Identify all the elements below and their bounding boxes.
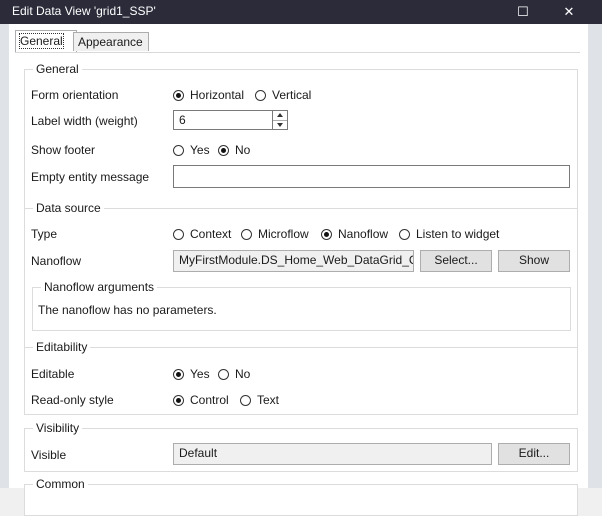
radio-microflow-icon (241, 228, 252, 240)
visible-label: Visible (31, 448, 67, 462)
tab-appearance[interactable]: Appearance (73, 32, 149, 51)
radio-vertical[interactable]: Vertical (255, 88, 311, 102)
common-group-title: Common (33, 477, 88, 491)
radio-context[interactable]: Context (173, 227, 231, 241)
edit-visibility-button[interactable]: Edit... (498, 443, 570, 465)
nanoflow-arguments-group: Nanoflow arguments The nanoflow has no p… (32, 280, 571, 331)
background-window-edge-left (0, 24, 9, 488)
nanoflow-label: Nanoflow (31, 254, 82, 268)
data-source-group-title: Data source (33, 201, 104, 215)
radio-horizontal[interactable]: Horizontal (173, 88, 244, 102)
radio-text[interactable]: Text (240, 393, 279, 407)
common-group: Common (24, 477, 578, 516)
radio-editable-yes[interactable]: Yes (173, 367, 210, 381)
radio-horizontal-icon (173, 89, 184, 101)
tab-general[interactable]: General (15, 30, 77, 52)
label-width-label: Label width (weight) (31, 114, 138, 128)
nanoflow-arguments-text: The nanoflow has no parameters. (38, 303, 217, 317)
tab-divider (15, 52, 580, 53)
close-icon[interactable]: ✕ (554, 1, 584, 23)
radio-microflow[interactable]: Microflow (241, 227, 309, 241)
radio-listen-to-widget-icon (399, 228, 410, 240)
radio-footer-yes[interactable]: Yes (173, 143, 210, 157)
background-window-edge-right (588, 24, 602, 488)
general-group-title: General (33, 62, 82, 76)
radio-control[interactable]: Control (173, 393, 229, 407)
visibility-group-title: Visibility (33, 421, 83, 435)
empty-entity-message-label: Empty entity message (31, 170, 150, 184)
type-label: Type (31, 227, 58, 241)
radio-footer-no[interactable]: No (218, 143, 250, 157)
arrow-up-icon (277, 113, 283, 117)
label-width-stepper[interactable] (272, 110, 288, 130)
nanoflow-value: MyFirstModule.DS_Home_Web_DataGrid_Cre (173, 250, 414, 272)
select-nanoflow-button[interactable]: Select... (420, 250, 492, 272)
show-nanoflow-button[interactable]: Show (498, 250, 570, 272)
radio-footer-yes-icon (173, 144, 184, 156)
dialog-body: General Appearance General Form orientat… (9, 24, 588, 516)
label-width-input[interactable]: 6 (173, 110, 273, 130)
radio-listen-to-widget[interactable]: Listen to widget (399, 227, 499, 241)
radio-footer-no-icon (218, 144, 229, 156)
radio-vertical-icon (255, 89, 266, 101)
arrow-down-icon (277, 123, 283, 127)
radio-nanoflow-icon (321, 228, 332, 240)
editability-group: Editability Editable Yes No Read-only st… (24, 340, 578, 415)
title-bar[interactable]: Edit Data View 'grid1_SSP' ☐ ✕ (0, 0, 602, 24)
general-group: General Form orientation Horizontal Vert… (24, 62, 578, 217)
empty-entity-message-input[interactable] (173, 165, 570, 188)
visible-value: Default (173, 443, 492, 465)
stepper-up[interactable] (273, 111, 287, 121)
nanoflow-arguments-title: Nanoflow arguments (41, 280, 158, 294)
stepper-down[interactable] (273, 121, 287, 130)
radio-text-icon (240, 394, 251, 406)
radio-context-icon (173, 228, 184, 240)
radio-editable-yes-icon (173, 368, 184, 380)
radio-control-icon (173, 394, 184, 406)
editable-label: Editable (31, 367, 75, 381)
radio-nanoflow[interactable]: Nanoflow (321, 227, 388, 241)
form-orientation-label: Form orientation (31, 88, 119, 102)
editability-group-title: Editability (33, 340, 91, 354)
radio-editable-no[interactable]: No (218, 367, 250, 381)
window-title: Edit Data View 'grid1_SSP' (12, 4, 156, 18)
radio-editable-no-icon (218, 368, 229, 380)
maximize-icon[interactable]: ☐ (508, 1, 538, 23)
data-source-group: Data source Type Context Microflow Nanof… (24, 201, 578, 356)
visibility-group: Visibility Visible Default Edit... (24, 421, 578, 472)
show-footer-label: Show footer (31, 143, 96, 157)
read-only-style-label: Read-only style (31, 393, 114, 407)
